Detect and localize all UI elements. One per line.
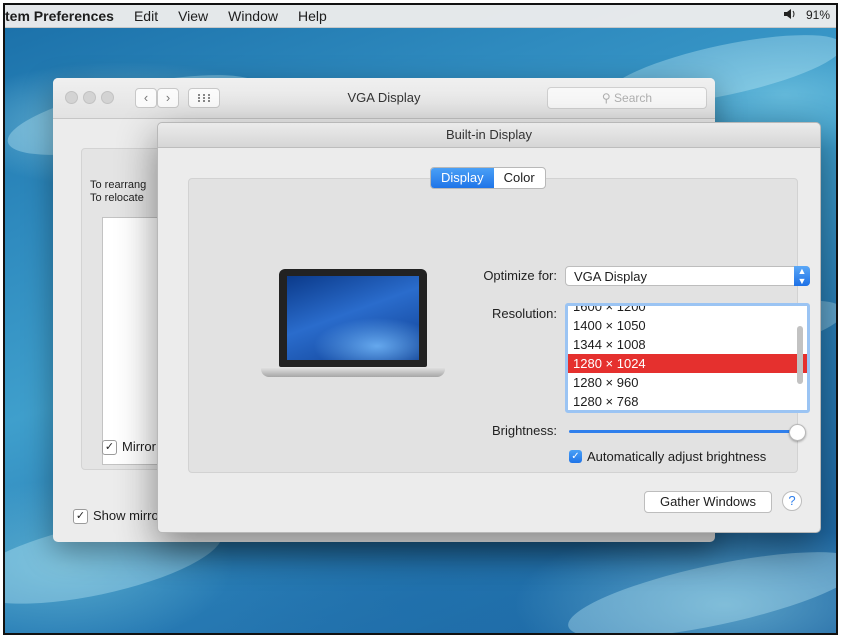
help-button[interactable]: ?: [782, 491, 802, 511]
display-settings-panel: Optimize for: VGA Display ▲ ▼ Resolution:…: [188, 178, 810, 473]
brightness-slider-knob[interactable]: [789, 424, 806, 441]
arrangement-instructions: To rearrang To relocate: [90, 179, 146, 205]
instruction-line-2: To relocate: [90, 192, 144, 204]
mirror-label: Mirror: [122, 439, 156, 454]
resolution-option-selected[interactable]: 1280 × 1024: [568, 354, 807, 373]
resolution-label: Resolution:: [491, 306, 557, 321]
optimize-value: VGA Display: [574, 269, 647, 284]
battery-percent[interactable]: 91%: [806, 8, 830, 22]
screen-frame: tem Preferences Edit View Window Help 91…: [3, 3, 838, 635]
scrollbar[interactable]: [797, 326, 803, 384]
resolution-option[interactable]: 1280 × 768: [568, 392, 807, 410]
dropdown-stepper-icon: ▲ ▼: [794, 266, 810, 286]
menu-edit[interactable]: Edit: [134, 8, 158, 24]
brightness-slider[interactable]: [569, 430, 799, 433]
resolution-option[interactable]: 1400 × 1050: [568, 316, 807, 335]
auto-brightness-checkbox[interactable]: ✓ Automatically adjust brightness: [569, 449, 766, 464]
mirror-displays-checkbox[interactable]: ✓ Mirror: [102, 439, 156, 456]
show-mirroring-checkbox[interactable]: ✓ Show mirro: [73, 508, 159, 525]
brightness-label: Brightness:: [491, 423, 557, 438]
resolution-option[interactable]: 1344 × 1008: [568, 335, 807, 354]
search-placeholder: Search: [614, 91, 653, 105]
window-titlebar: ‹ › VGA Display ⚲ Search: [53, 78, 715, 119]
built-in-display-window: Built-in Display Optimize for: VGA Displ…: [157, 122, 821, 533]
app-menu[interactable]: tem Preferences: [5, 8, 114, 24]
show-mirroring-label: Show mirro: [93, 508, 159, 523]
menu-window[interactable]: Window: [228, 8, 278, 24]
tab-color[interactable]: Color: [494, 168, 545, 188]
volume-icon[interactable]: [783, 8, 796, 22]
menu-help[interactable]: Help: [298, 8, 327, 24]
resolution-option[interactable]: 1280 × 960: [568, 373, 807, 392]
search-field[interactable]: ⚲ Search: [547, 87, 707, 109]
checkmark-icon: ✓: [569, 450, 582, 463]
gather-windows-button[interactable]: Gather Windows: [644, 491, 772, 513]
resolution-option[interactable]: 1600 × 1200: [568, 306, 807, 316]
auto-brightness-label: Automatically adjust brightness: [587, 449, 767, 464]
tab-display[interactable]: Display: [431, 168, 494, 188]
checkmark-icon: ✓: [102, 440, 117, 456]
tab-bar: Display Color: [430, 167, 546, 189]
window-title: Built-in Display: [158, 123, 820, 148]
menu-view[interactable]: View: [178, 8, 208, 24]
optimize-label: Optimize for:: [483, 268, 557, 283]
resolution-list[interactable]: 1600 × 1200 1400 × 1050 1344 × 1008 1280…: [565, 303, 810, 413]
optimize-for-dropdown[interactable]: VGA Display ▲ ▼: [565, 266, 810, 286]
checkmark-icon: ✓: [73, 509, 88, 525]
instruction-line-1: To rearrang: [90, 179, 147, 191]
menu-bar: tem Preferences Edit View Window Help 91…: [5, 5, 836, 28]
search-icon: ⚲: [601, 91, 611, 105]
